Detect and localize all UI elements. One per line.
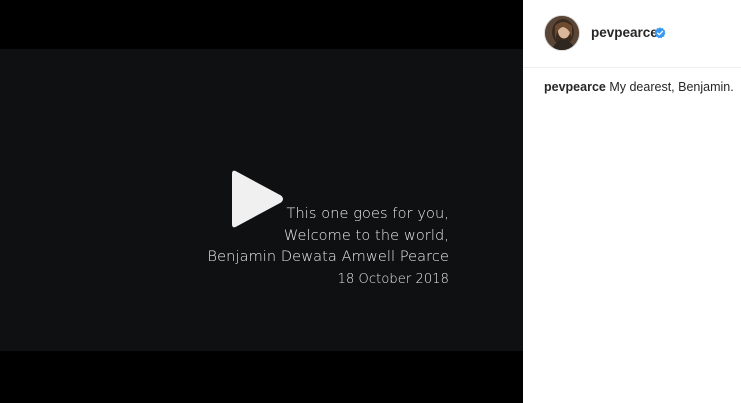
post-sidebar: pevpearce pevpearce My dearest, Benjamin… <box>523 0 741 403</box>
verified-badge-icon <box>654 27 666 39</box>
comment-author[interactable]: pevpearce <box>544 80 606 94</box>
avatar-image <box>545 16 579 50</box>
caption-comment: pevpearce My dearest, Benjamin. <box>544 80 734 94</box>
video-caption: This one goes for you, Welcome to the wo… <box>208 204 449 290</box>
comment-text: My dearest, Benjamin. <box>609 80 734 94</box>
caption-date: 18 October 2018 <box>337 271 449 287</box>
post-username[interactable]: pevpearce <box>591 25 658 40</box>
video-player[interactable]: This one goes for you, Welcome to the wo… <box>0 0 523 403</box>
caption-line-3: Benjamin Dewata Amwell Pearce <box>207 249 449 265</box>
caption-line-1: This one goes for you, <box>286 206 449 222</box>
post-header: pevpearce <box>523 0 741 68</box>
avatar[interactable] <box>544 15 580 51</box>
caption-line-2: Welcome to the world, <box>283 227 449 244</box>
